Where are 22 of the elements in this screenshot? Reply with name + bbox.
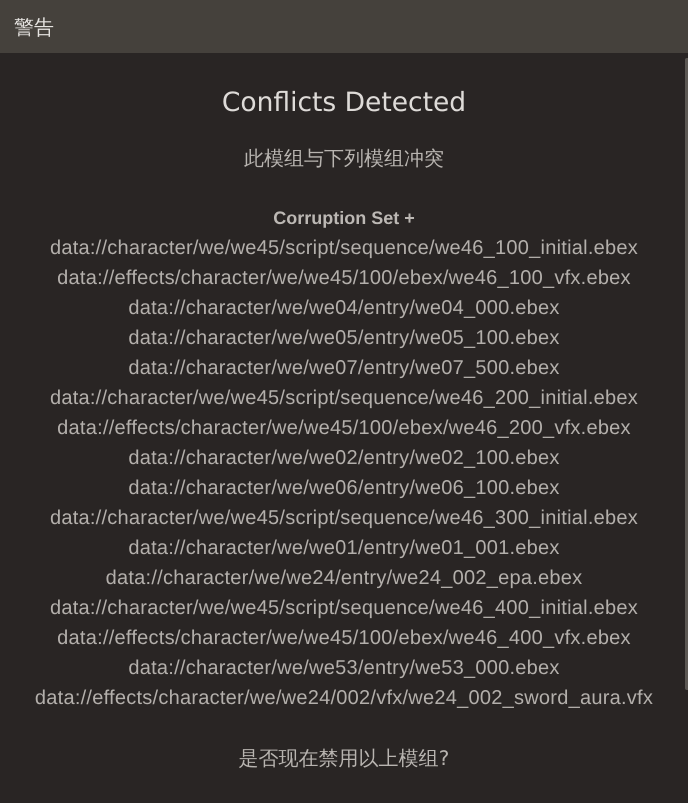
mod-name: Corruption Set + — [273, 207, 415, 230]
file-path: data://character/we/we24/entry/we24_002_epa.ebex — [106, 566, 582, 591]
file-path: data://character/we/we07/entry/we07_500.ebex — [128, 356, 560, 381]
confirm-question: 是否现在禁用以上模组? — [238, 745, 450, 772]
dialog-heading: Conflicts Detected — [222, 86, 466, 120]
scrollbar-thumb[interactable] — [685, 58, 688, 690]
window-title: 警告 — [14, 14, 54, 40]
file-path: data://effects/character/we/we45/100/ebex/we46_400_vfx.ebex — [57, 626, 631, 651]
file-path: data://character/we/we02/entry/we02_100.ebex — [128, 446, 560, 471]
file-path: data://character/we/we05/entry/we05_100.ebex — [128, 326, 560, 351]
file-path: data://character/we/we06/entry/we06_100.ebex — [128, 476, 560, 501]
file-path: data://character/we/we45/script/sequence/we46_400_initial.ebex — [50, 596, 638, 621]
conflict-message: 此模组与下列模组冲突 — [244, 145, 444, 172]
file-path: data://character/we/we01/entry/we01_001.ebex — [128, 536, 560, 561]
file-path: data://character/we/we45/script/sequence/we46_100_initial.ebex — [50, 236, 638, 261]
file-path: data://character/we/we04/entry/we04_000.ebex — [128, 296, 560, 321]
file-path: data://effects/character/we/we45/100/ebex/we46_200_vfx.ebex — [57, 416, 631, 441]
file-path: data://character/we/we45/script/sequence/we46_300_initial.ebex — [50, 506, 638, 531]
file-path: data://character/we/we45/script/sequence/we46_200_initial.ebex — [50, 386, 638, 411]
file-path: data://effects/character/we/we24/002/vfx/we24_002_sword_aura.vfx — [34, 686, 654, 711]
file-path: data://effects/character/we/we45/100/ebex/we46_100_vfx.ebex — [57, 266, 631, 291]
file-path: data://character/we/we53/entry/we53_000.ebex — [128, 656, 560, 681]
